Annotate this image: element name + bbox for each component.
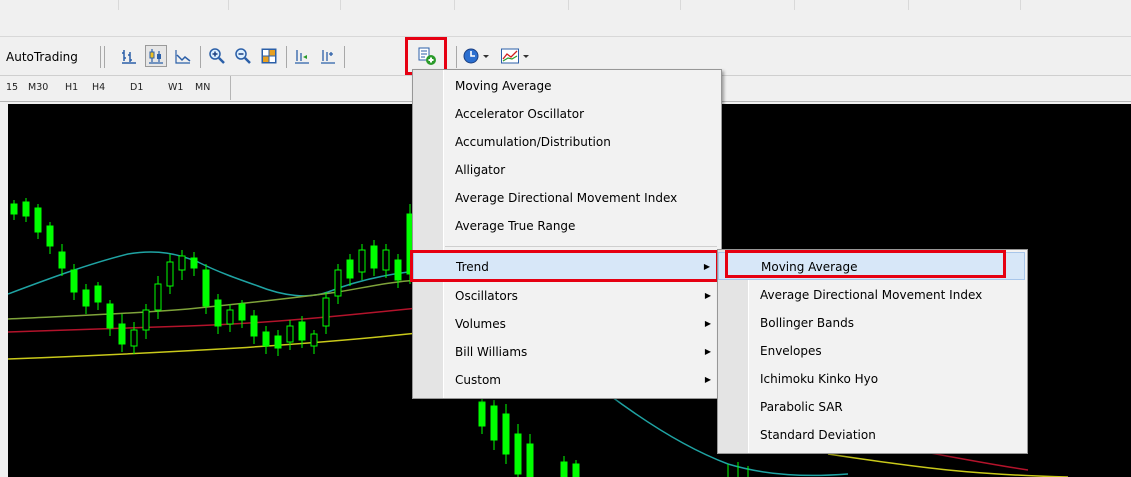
timeframe-group: 15 M30 H1 H4 D1 W1 MN [0,76,231,100]
menu-item-label: Moving Average [761,260,858,274]
toolbar-separator [100,46,101,68]
menu-item-label: Envelopes [760,344,822,358]
tile-windows-icon[interactable] [258,45,280,67]
menu-item-trend[interactable]: Trend ▶ [413,252,719,280]
timeframe-w1[interactable]: W1 [168,82,183,93]
menu-item-label: Bill Williams [455,345,528,359]
menu-item-label: Alligator [455,163,506,177]
toolbar-separator [456,46,457,68]
ma-line-yellow-right [827,453,1069,477]
toolbar-separator [200,46,201,68]
timeframe-m15[interactable]: 15 [6,82,18,93]
submenu-arrow-icon: ▶ [704,375,711,384]
submenu-arrow-icon: ▶ [704,347,711,356]
menu-item-label: Moving Average [455,79,552,93]
menu-item-bill-williams[interactable]: Bill Williams ▶ [413,338,719,366]
title-strip [0,0,1131,37]
timeframe-h4[interactable]: H4 [92,82,105,93]
submenu-arrow-icon: ▶ [704,319,711,328]
bar-chart-icon[interactable] [118,45,140,67]
submenu-arrow-icon: ▶ [703,262,710,271]
menu-item-label: Volumes [455,317,506,331]
strip-divider [118,0,119,10]
submenu-item-bollinger-bands[interactable]: Bollinger Bands [718,309,1025,337]
strip-divider [568,0,569,10]
menu-item-label: Accelerator Oscillator [455,107,585,121]
menu-item-label: Accumulation/Distribution [455,135,611,149]
submenu-item-parabolic-sar[interactable]: Parabolic SAR [718,393,1025,421]
submenu-item-moving-average[interactable]: Moving Average [718,252,1025,280]
menu-item-accelerator-oscillator[interactable]: Accelerator Oscillator [413,100,719,128]
templates-icon[interactable] [500,45,532,67]
trend-submenu: Moving Average Average Directional Movem… [717,249,1028,454]
indicators-list-icon[interactable] [416,45,438,67]
toolbar-separator [286,46,287,68]
toolbar-separator [104,46,105,68]
strip-divider [1020,0,1021,10]
menu-item-volumes[interactable]: Volumes ▶ [413,310,719,338]
menu-item-label: Average True Range [455,219,576,233]
strip-divider [228,0,229,10]
submenu-item-ichimoku-kinko-hyo[interactable]: Ichimoku Kinko Hyo [718,365,1025,393]
menu-item-alligator[interactable]: Alligator [413,156,719,184]
menu-item-label: Average Directional Movement Index [760,288,983,302]
menu-item-moving-average[interactable]: Moving Average [413,72,719,100]
ma-line-yellow [8,331,429,360]
timeframe-d1[interactable]: D1 [130,82,143,93]
line-chart-icon[interactable] [172,45,194,67]
strip-divider [454,0,455,10]
auto-scroll-icon[interactable] [317,45,339,67]
menu-item-label: Custom [455,373,501,387]
menu-item-label: Oscillators [455,289,518,303]
indicators-menu: Moving Average Accelerator Oscillator Ac… [412,69,722,399]
menu-item-label: Average Directional Movement Index [455,191,678,205]
chart-shift-icon[interactable] [291,45,313,67]
ma-line-olive [8,279,419,320]
strip-divider [680,0,681,10]
submenu-arrow-icon: ▶ [704,291,711,300]
menu-item-label: Parabolic SAR [760,400,843,414]
toolbar-separator [344,46,345,68]
menu-item-label: Trend [456,260,489,274]
timeframe-h1[interactable]: H1 [65,82,78,93]
menu-item-average-true-range[interactable]: Average True Range [413,212,719,240]
timeframe-mn[interactable]: MN [195,82,210,93]
menu-item-accumulation-distribution[interactable]: Accumulation/Distribution [413,128,719,156]
candlestick-chart-icon[interactable] [145,45,167,67]
menu-item-label: Bollinger Bands [760,316,854,330]
menu-item-label: Standard Deviation [760,428,876,442]
submenu-item-envelopes[interactable]: Envelopes [718,337,1025,365]
menu-item-average-directional-movement-index[interactable]: Average Directional Movement Index [413,184,719,212]
zoom-out-icon[interactable] [232,45,254,67]
zoom-in-icon[interactable] [206,45,228,67]
strip-divider [908,0,909,10]
timeframe-m30[interactable]: M30 [28,82,48,93]
period-clock-icon[interactable] [462,45,492,67]
menu-separator [445,246,717,247]
menu-item-custom[interactable]: Custom ▶ [413,366,719,394]
submenu-item-standard-deviation[interactable]: Standard Deviation [718,421,1025,449]
menu-item-oscillators[interactable]: Oscillators ▶ [413,282,719,310]
submenu-item-average-directional-movement-index[interactable]: Average Directional Movement Index [718,281,1025,309]
strip-divider [794,0,795,10]
autotrading-button[interactable]: AutoTrading [6,50,78,64]
menu-item-label: Ichimoku Kinko Hyo [760,372,879,386]
strip-divider [340,0,341,10]
